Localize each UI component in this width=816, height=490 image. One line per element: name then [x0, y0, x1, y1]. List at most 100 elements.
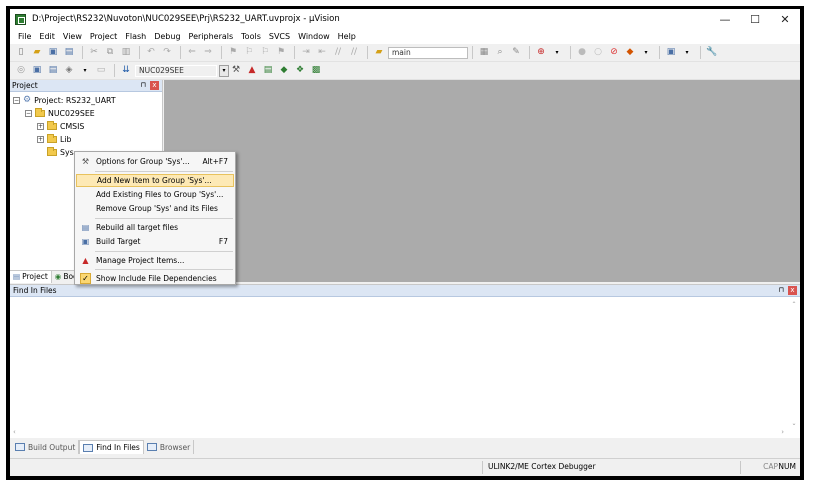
menu-item-add-existing-files[interactable]: Add Existing Files to Group 'Sys'... — [76, 188, 234, 201]
menu-svcs[interactable]: SVCS — [265, 32, 294, 41]
disable-breakpoints-icon[interactable]: ⊘ — [607, 46, 621, 60]
paste-icon[interactable]: ▥ — [119, 46, 133, 60]
dropdown-arrow-icon[interactable]: ▾ — [680, 46, 694, 60]
tree-node-group-cmsis[interactable]: + CMSIS — [37, 120, 84, 133]
menu-help[interactable]: Help — [334, 32, 360, 41]
find-in-files-icon[interactable]: ▰ — [372, 46, 386, 60]
replace-icon[interactable]: ✎ — [509, 46, 523, 60]
menu-window[interactable]: Window — [294, 32, 334, 41]
window-layout-icon[interactable]: ▣ — [664, 46, 678, 60]
tree-node-group-lib[interactable]: + Lib — [37, 133, 71, 146]
menu-item-rebuild-all[interactable]: ▤ Rebuild all target files — [76, 221, 234, 234]
unindent-icon[interactable]: ⇤ — [315, 46, 329, 60]
tree-node-project[interactable]: − ⚙ Project: RS232_UART — [13, 94, 116, 107]
insert-breakpoint-icon[interactable]: ● — [575, 46, 589, 60]
menu-view[interactable]: View — [59, 32, 86, 41]
select-packs-icon[interactable]: ▩ — [309, 64, 323, 78]
scroll-up-icon[interactable]: ⌃ — [790, 301, 798, 308]
dropdown-arrow-icon[interactable]: ▾ — [78, 64, 92, 78]
find-combo[interactable]: main — [388, 46, 468, 59]
menu-item-add-new-item[interactable]: Add New Item to Group 'Sys'... — [76, 174, 234, 187]
expand-icon[interactable]: + — [37, 123, 44, 130]
copy-icon[interactable]: ⧉ — [103, 46, 117, 60]
collapse-icon[interactable]: − — [13, 97, 20, 104]
tab-browser[interactable]: Browser — [144, 440, 195, 454]
menu-project[interactable]: Project — [86, 32, 121, 41]
minimize-button[interactable]: — — [710, 9, 740, 29]
translate-icon[interactable]: ◎ — [14, 64, 28, 78]
close-pane-icon[interactable]: x — [150, 81, 159, 90]
find-icon[interactable]: ▦ — [477, 46, 491, 60]
build-output-icon — [15, 443, 25, 451]
tab-build-output[interactable]: Build Output — [12, 440, 80, 454]
batch-build-icon[interactable]: ◈ — [62, 64, 76, 78]
vertical-scrollbar[interactable]: ⌃ ⌄ — [790, 301, 798, 427]
manage-rte-icon[interactable]: ◆ — [277, 64, 291, 78]
collapse-icon[interactable]: − — [25, 110, 32, 117]
menu-debug[interactable]: Debug — [150, 32, 184, 41]
pack-installer-icon[interactable]: ❖ — [293, 64, 307, 78]
indent-icon[interactable]: ⇥ — [299, 46, 313, 60]
status-num-lock: NUM — [778, 462, 796, 471]
menu-flash[interactable]: Flash — [121, 32, 150, 41]
comment-icon[interactable]: // — [331, 46, 345, 60]
configure-wrench-icon[interactable]: 🔧 — [705, 46, 719, 60]
debug-session-icon[interactable]: ⊕ — [534, 46, 548, 60]
maximize-button[interactable]: ☐ — [740, 9, 770, 29]
build-icon[interactable]: ▣ — [30, 64, 44, 78]
pin-icon[interactable]: ⊓ — [779, 286, 784, 294]
manage-project-icon: ▲ — [82, 256, 89, 265]
dropdown-arrow-icon[interactable]: ▾ — [550, 46, 564, 60]
tree-node-target[interactable]: − NUC029SEE — [25, 107, 95, 120]
tab-project[interactable]: ▤ Project — [10, 270, 52, 283]
rebuild-icon[interactable]: ▤ — [46, 64, 60, 78]
redo-icon[interactable]: ↷ — [160, 46, 174, 60]
file-extensions-icon[interactable]: ▤ — [261, 64, 275, 78]
tab-find-in-files[interactable]: Find In Files — [79, 440, 144, 454]
manage-project-icon[interactable]: ▲ — [245, 64, 259, 78]
tree-node-group-sys[interactable]: Sys — [47, 146, 74, 159]
menu-file[interactable]: File — [14, 32, 35, 41]
menu-tools[interactable]: Tools — [237, 32, 265, 41]
undo-icon[interactable]: ↶ — [144, 46, 158, 60]
menu-item-manage-project-items[interactable]: ▲ Manage Project Items... — [76, 254, 234, 267]
target-options-icon[interactable]: ⚒ — [229, 64, 243, 78]
expand-icon[interactable]: + — [37, 136, 44, 143]
kill-breakpoints-icon[interactable]: ◆ — [623, 46, 637, 60]
close-pane-icon[interactable]: x — [788, 286, 797, 295]
uncomment-icon[interactable]: // — [347, 46, 361, 60]
nav-back-icon[interactable]: ⇐ — [185, 46, 199, 60]
cut-icon[interactable]: ✂ — [87, 46, 101, 60]
close-button[interactable]: ✕ — [770, 9, 800, 29]
scroll-right-icon[interactable]: › — [781, 428, 784, 436]
target-select[interactable]: NUC029SEE — [135, 64, 217, 77]
download-icon[interactable]: ⇊ — [119, 64, 133, 78]
folder-icon — [47, 147, 57, 156]
incremental-find-icon[interactable]: ⌕ — [493, 46, 507, 60]
menu-peripherals[interactable]: Peripherals — [185, 32, 238, 41]
prev-bookmark-icon[interactable]: ⚐ — [242, 46, 256, 60]
bookmark-icon[interactable]: ⚑ — [226, 46, 240, 60]
nav-forward-icon[interactable]: ⇒ — [201, 46, 215, 60]
menu-item-show-include-deps[interactable]: ✓ Show Include File Dependencies — [76, 272, 234, 285]
target-dropdown-icon[interactable]: ▾ — [219, 64, 229, 77]
scroll-left-icon[interactable]: ‹ — [13, 428, 16, 436]
clear-bookmarks-icon[interactable]: ⚑ — [274, 46, 288, 60]
pin-icon[interactable]: ⊓ — [141, 81, 146, 89]
menu-edit[interactable]: Edit — [35, 32, 59, 41]
scroll-down-icon[interactable]: ⌄ — [790, 420, 798, 427]
stop-build-icon[interactable]: ▭ — [94, 64, 108, 78]
next-bookmark-icon[interactable]: ⚐ — [258, 46, 272, 60]
dropdown-arrow-icon[interactable]: ▾ — [639, 46, 653, 60]
save-icon[interactable]: ▣ — [46, 46, 60, 60]
new-file-icon[interactable]: ▯ — [14, 46, 28, 60]
menu-item-options-for-group[interactable]: ⚒ Options for Group 'Sys'... Alt+F7 — [76, 155, 234, 168]
menu-item-build-target[interactable]: ▣ Build Target F7 — [76, 235, 234, 248]
menu-item-remove-group[interactable]: Remove Group 'Sys' and its Files — [76, 202, 234, 215]
enable-breakpoint-icon[interactable]: ○ — [591, 46, 605, 60]
open-folder-icon[interactable]: ▰ — [30, 46, 44, 60]
horizontal-scrollbar[interactable]: ‹ › — [10, 428, 790, 438]
save-all-icon[interactable]: ▤ — [62, 46, 76, 60]
rebuild-icon: ▤ — [81, 223, 90, 232]
editor-area[interactable] — [164, 80, 800, 282]
